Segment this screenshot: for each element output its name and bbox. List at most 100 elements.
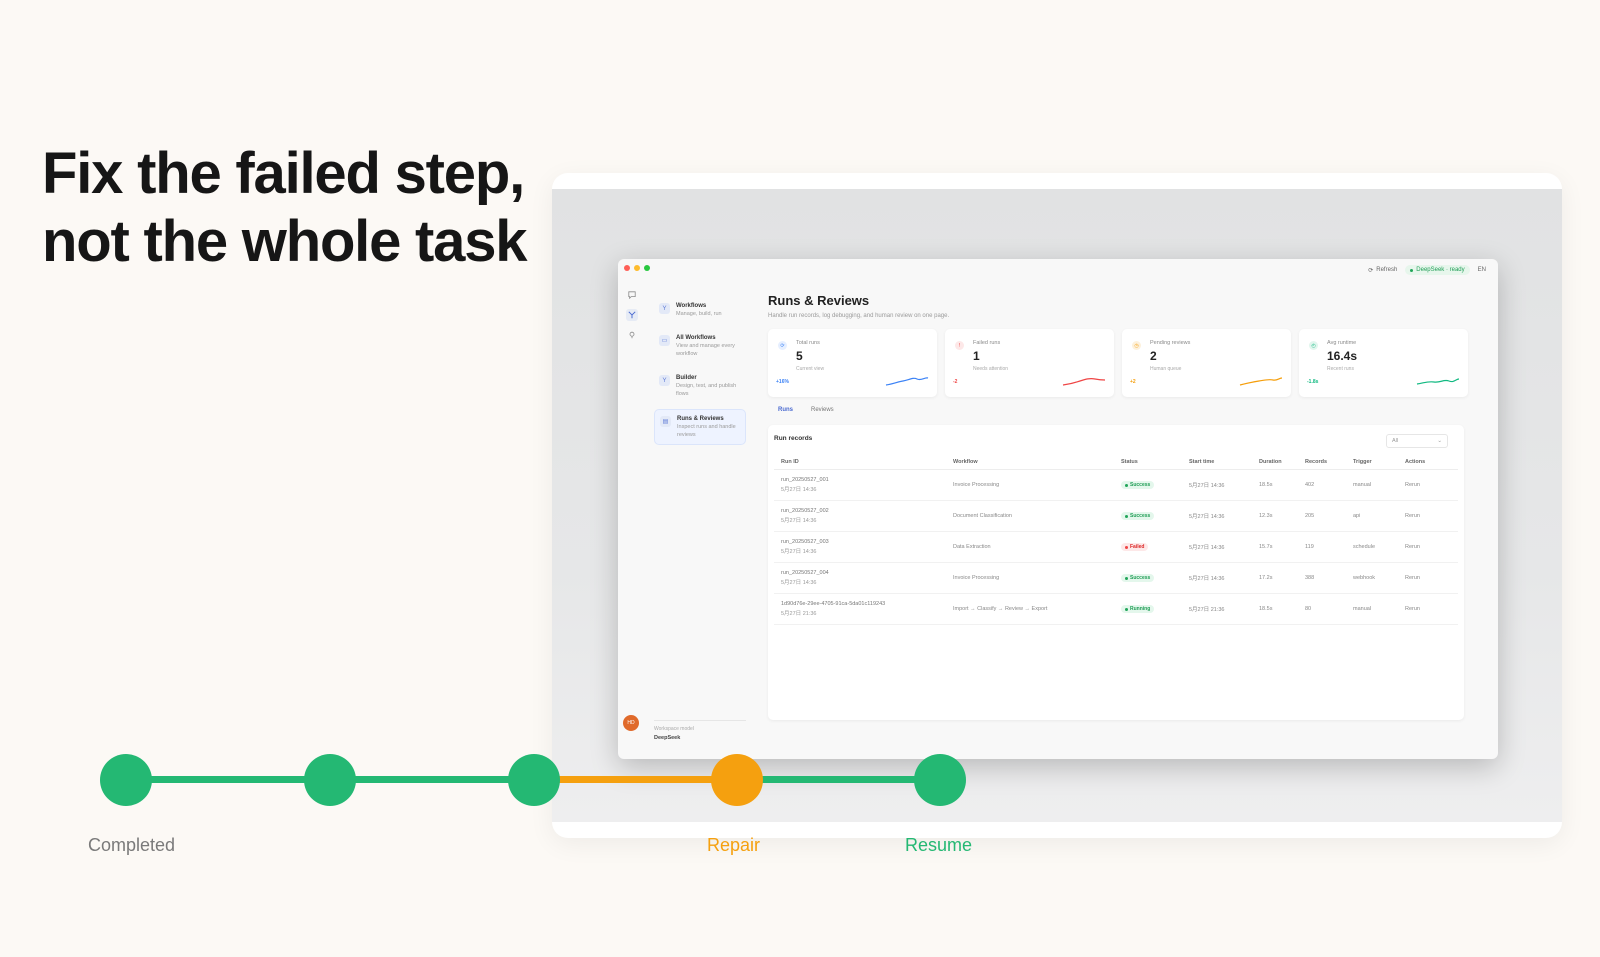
close-window-button[interactable] [624,265,630,271]
status-badge: Success [1121,574,1155,582]
sidebar-item-title: Builder [676,375,697,381]
start-time-cell: 5月27日 14:36 [1182,500,1252,532]
avatar[interactable]: HD [623,715,639,731]
refresh-label: Refresh [1376,267,1398,273]
pin-icon[interactable] [626,329,638,341]
column-header[interactable]: Workflow [946,455,1114,470]
status-filter-select[interactable]: All ⌄ [1386,434,1448,448]
rerun-button[interactable]: Rerun [1398,593,1458,625]
stat-card-failed-runs: ! Failed runs 1 Needs attention -2 [945,329,1114,397]
run-id: 1d90d76e-29ee-4705-91ca-5da01c119243 [781,601,886,607]
status-label: Success [1130,482,1151,488]
status-dot-icon [1125,607,1128,611]
timer-icon: ◴ [1309,341,1318,350]
duration-cell: 18.5s [1252,593,1298,625]
stat-cards: ⟳ Total runs 5 Current view +16% ! Faile… [768,329,1468,397]
refresh-button[interactable]: ⟳ Refresh [1368,267,1397,274]
status-label: Success [1130,513,1151,519]
workspace-model[interactable]: Workspace model DeepSeek [654,720,746,741]
headline-line-1: Fix the failed step, [42,141,525,206]
sidebar-item-title: All Workflows [676,335,716,341]
status-badge: Running [1121,605,1155,613]
tabs: Runs Reviews [768,407,1468,413]
table-row[interactable]: run_20250527_003 5月27日 14:36 Data Extract… [774,531,1458,563]
minimize-window-button[interactable] [634,265,640,271]
column-header[interactable]: Trigger [1346,455,1398,470]
stat-value: 5 [796,349,803,363]
status-badge: Success [1121,512,1155,520]
column-header[interactable]: Actions [1398,455,1458,470]
headline: Fix the failed step, not the whole task [42,140,562,276]
sidebar-item-builder[interactable]: Y Builder Design, test, and publish flow… [654,369,746,403]
run-records-panel: Run records All ⌄ Run ID Workflow Status… [768,425,1464,720]
rerun-button[interactable]: Rerun [1398,562,1458,594]
workflow-icon: Y [659,303,670,314]
page-title: Runs & Reviews [768,293,870,308]
timeline-step-completed [304,754,356,806]
table-row[interactable]: run_20250527_002 5月27日 14:36 Document Cla… [774,500,1458,532]
tab-reviews[interactable]: Reviews [811,407,834,413]
status-dot-icon [1125,576,1128,580]
chat-icon[interactable] [626,289,638,301]
sidebar-item-subtitle: View and manage every workflow [676,343,735,357]
start-time-cell: 5月27日 14:36 [1182,469,1252,501]
workflow-icon[interactable] [626,309,638,321]
run-time: 5月27日 21:36 [781,611,817,617]
stat-delta: -1.8s [1307,379,1319,385]
start-time-cell: 5月27日 14:36 [1182,531,1252,563]
language-toggle[interactable]: EN [1478,267,1486,273]
run-time: 5月27日 14:36 [781,549,817,555]
records-cell: 80 [1298,593,1346,625]
table-row[interactable]: run_20250527_004 5月27日 14:36 Invoice Proc… [774,562,1458,594]
rerun-button[interactable]: Rerun [1398,531,1458,563]
table-row[interactable]: run_20250527_001 5月27日 14:36 Invoice Proc… [774,469,1458,501]
timeline-label-completed: Completed [88,835,176,855]
column-header[interactable]: Duration [1252,455,1298,470]
run-id: run_20250527_004 [781,570,829,576]
window-controls [624,265,650,271]
page-subtitle: Handle run records, log debugging, and h… [768,313,950,319]
screenshot-frame: ⟳ Refresh DeepSeek · ready EN HD Y Workf… [552,173,1562,838]
stat-caption: Needs attention [973,366,1009,372]
sparkline [1416,378,1460,385]
run-records-table: Run ID Workflow Status Start time Durati… [774,455,1458,625]
tab-runs[interactable]: Runs [778,407,793,413]
sidebar-item-all-workflows[interactable]: ▭ All Workflows View and manage every wo… [654,329,746,363]
stat-label: Total runs [796,340,820,346]
headline-line-2: not the whole task [42,209,528,274]
column-header[interactable]: Run ID [774,455,946,470]
stat-card-pending-reviews: ◷ Pending reviews 2 Human queue +2 [1122,329,1291,397]
document-icon: ▤ [660,416,671,427]
sidebar-item-workflows[interactable]: Y Workflows Manage, build, run [654,297,746,323]
trigger-cell: api [1346,500,1398,532]
workflow-cell: Import → Classify → Review → Export [946,593,1114,625]
stat-delta: +2 [1130,379,1136,385]
model-status-badge[interactable]: DeepSeek · ready [1405,265,1470,275]
column-header[interactable]: Start time [1182,455,1252,470]
workflow-cell: Invoice Processing [946,469,1114,501]
stat-caption: Human queue [1150,366,1182,372]
column-header[interactable]: Status [1114,455,1182,470]
table-row[interactable]: 1d90d76e-29ee-4705-91ca-5da01c119243 5月27… [774,593,1458,625]
run-id: run_20250527_002 [781,508,829,514]
records-cell: 119 [1298,531,1346,563]
status-dot-icon [1410,268,1414,272]
sparkline [1062,378,1106,386]
workflow-cell: Invoice Processing [946,562,1114,594]
stat-value: 16.4s [1327,349,1358,363]
start-time-cell: 5月27日 21:36 [1182,593,1252,625]
rerun-button[interactable]: Rerun [1398,469,1458,501]
column-header[interactable]: Records [1298,455,1346,470]
duration-cell: 17.2s [1252,562,1298,594]
trigger-cell: webhook [1346,562,1398,594]
maximize-window-button[interactable] [644,265,650,271]
sidebar-item-title: Workflows [676,303,707,309]
timeline-segment-completed [126,776,526,783]
sidebar-item-runs-reviews[interactable]: ▤ Runs & Reviews Inspect runs and handle… [654,409,746,445]
run-time: 5月27日 14:36 [781,518,817,524]
stat-label: Failed runs [973,340,1001,346]
sidebar-item-subtitle: Design, test, and publish flows [676,383,737,397]
stat-label: Avg runtime [1327,340,1357,346]
rerun-button[interactable]: Rerun [1398,500,1458,532]
trigger-cell: manual [1346,469,1398,501]
